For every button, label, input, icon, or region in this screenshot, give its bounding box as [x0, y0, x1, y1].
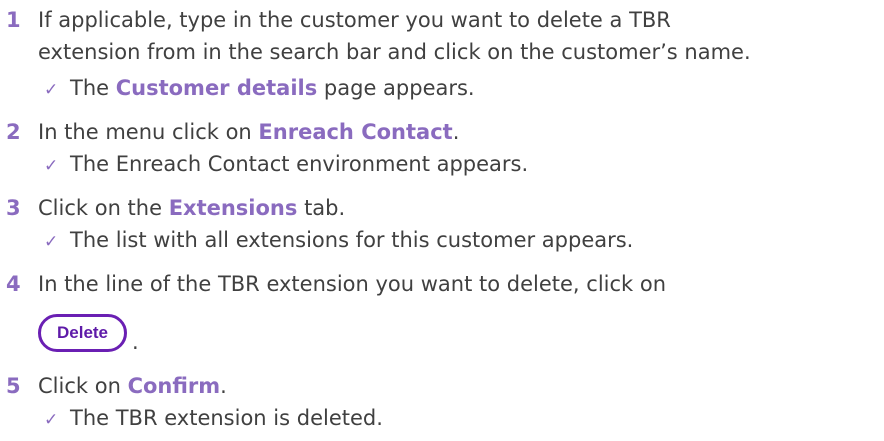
- check-icon: ✓: [44, 156, 59, 176]
- delete-button[interactable]: Delete: [38, 314, 127, 352]
- step-result: ✓ The list with all extensions for this c…: [44, 224, 633, 258]
- check-icon: ✓: [44, 80, 59, 100]
- step-result: ✓ The Enreach Contact environment appears…: [44, 148, 528, 182]
- step-number: 2: [6, 120, 21, 144]
- result-text: The TBR extension is deleted.: [70, 406, 383, 430]
- check-icon: ✓: [44, 232, 59, 252]
- step-number: 3: [6, 196, 21, 220]
- ui-reference: Enreach Contact: [258, 120, 453, 144]
- step-number: 4: [6, 272, 21, 296]
- step-text: If applicable, type in the customer you …: [38, 8, 671, 32]
- step-number: 1: [6, 8, 21, 32]
- check-icon: ✓: [44, 410, 59, 430]
- result-text: The list with all extensions for this cu…: [70, 228, 634, 252]
- step-text: Click on Confirm.: [38, 374, 227, 398]
- step-result: ✓ The Customer details page appears.: [44, 72, 475, 106]
- ui-reference: Customer details: [115, 76, 318, 100]
- ui-reference: Extensions: [168, 196, 298, 220]
- step-text: extension from in the search bar and cli…: [38, 40, 751, 64]
- step-number: 5: [6, 374, 21, 398]
- step-result: ✓ The TBR extension is deleted.: [44, 402, 383, 436]
- result-text: page appears.: [317, 76, 475, 100]
- step-text: In the line of the TBR extension you wan…: [38, 272, 667, 296]
- step-text: Click on the Extensions tab.: [38, 196, 346, 220]
- step-text: In the menu click on Enreach Contact.: [38, 120, 460, 144]
- step-text: .: [132, 330, 139, 354]
- ui-reference: Confirm: [127, 374, 221, 398]
- result-text: The: [70, 76, 116, 100]
- result-text: The Enreach Contact environment appears.: [70, 152, 529, 176]
